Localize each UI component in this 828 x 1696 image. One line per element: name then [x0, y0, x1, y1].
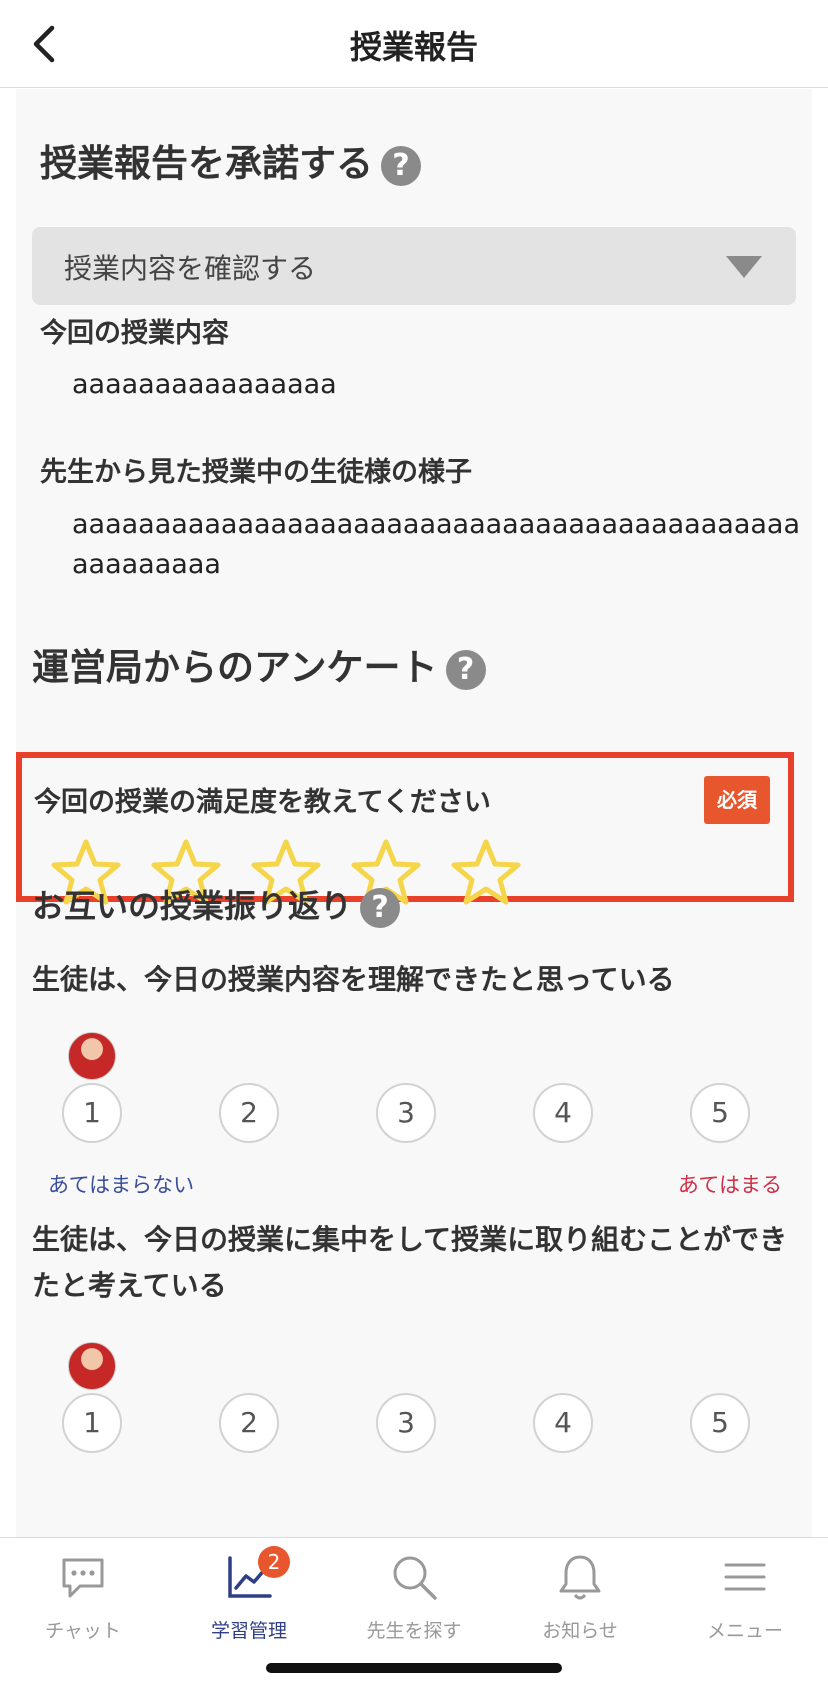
header-bar: 授業報告 — [0, 0, 828, 88]
scale-option-1[interactable]: 1 — [62, 1393, 122, 1453]
page-title: 授業報告 — [349, 28, 478, 66]
scale-option-3[interactable]: 3 — [376, 1393, 436, 1453]
report-content[interactable]: 授業報告を承諾する? 授業内容を確認する 今回の授業内容 aaaaaaaaaaa… — [16, 89, 812, 1537]
tab-chat-label: チャット — [45, 1620, 121, 1642]
avatar — [68, 1032, 116, 1080]
lesson-content-label: 今回の授業内容 — [40, 318, 229, 349]
tab-chat[interactable]: チャット — [0, 1538, 166, 1658]
scale-left-label: あてはまらない — [48, 1173, 195, 1197]
survey-section-title-text: 運営局からのアンケート — [32, 646, 438, 689]
survey-section-title: 運営局からのアンケート? — [32, 637, 486, 691]
notification-badge: 2 — [258, 1546, 290, 1578]
scale-option-2[interactable]: 2 — [219, 1393, 279, 1453]
help-icon[interactable]: ? — [381, 145, 421, 186]
search-icon — [393, 1556, 437, 1600]
scale-option-5[interactable]: 5 — [690, 1393, 750, 1453]
help-icon[interactable]: ? — [360, 888, 401, 928]
menu-icon — [724, 1563, 766, 1591]
scale-option-4[interactable]: 4 — [533, 1393, 593, 1453]
tab-notifications[interactable]: お知らせ — [497, 1538, 663, 1658]
required-badge: 必須 — [704, 776, 770, 824]
tab-menu-label: メニュー — [706, 1620, 783, 1642]
tab-menu[interactable]: メニュー — [662, 1538, 828, 1658]
help-icon[interactable]: ? — [445, 649, 486, 690]
reflection-section-title-text: お互いの授業振り返り — [32, 887, 353, 925]
triangle-down-icon — [726, 256, 762, 278]
student-observation-label: 先生から見た授業中の生徒様の様子 — [40, 457, 472, 488]
tab-notifications-label: お知らせ — [542, 1620, 618, 1642]
scale-option-2[interactable]: 2 — [219, 1083, 279, 1143]
home-indicator — [266, 1663, 562, 1673]
tab-search-label: 先生を探す — [366, 1620, 462, 1642]
student-observation-value: aaaaaaaaaaaaaaaaaaaaaaaaaaaaaaaaaaaaaaaa… — [72, 509, 800, 580]
scale-option-4[interactable]: 4 — [533, 1083, 593, 1143]
reflection-question-1: 生徒は、今日の授業内容を理解できたと思っている — [32, 963, 675, 996]
reflection-question-2: 生徒は、今日の授業に集中をして授業に取り組むことができたと考えている — [32, 1223, 788, 1302]
dropdown-label: 授業内容を確認する — [64, 252, 317, 285]
scale-right-label: あてはまる — [677, 1173, 782, 1197]
satisfaction-question-box: 今回の授業の満足度を教えてください 必須 — [16, 752, 794, 905]
lesson-content-value: aaaaaaaaaaaaaaaa — [72, 369, 337, 400]
satisfaction-question: 今回の授業の満足度を教えてください — [34, 787, 491, 818]
approve-section-title-text: 授業報告を承諾する — [40, 142, 373, 185]
avatar — [68, 1342, 116, 1390]
tab-search-teacher[interactable]: 先生を探す — [331, 1538, 497, 1658]
tab-learning[interactable]: 2 学習管理 — [166, 1538, 332, 1658]
scale-option-5[interactable]: 5 — [690, 1083, 750, 1143]
lesson-details-dropdown[interactable]: 授業内容を確認する — [32, 227, 796, 305]
bell-icon — [559, 1555, 601, 1600]
reflection-section-title: お互いの授業振り返り? — [32, 881, 401, 928]
scale-option-3[interactable]: 3 — [376, 1083, 436, 1143]
scale-option-1[interactable]: 1 — [62, 1083, 122, 1143]
star-icon[interactable] — [450, 838, 522, 906]
approve-section-title: 授業報告を承諾する? — [40, 133, 421, 187]
chat-icon — [62, 1558, 104, 1598]
tab-learning-label: 学習管理 — [210, 1620, 287, 1642]
